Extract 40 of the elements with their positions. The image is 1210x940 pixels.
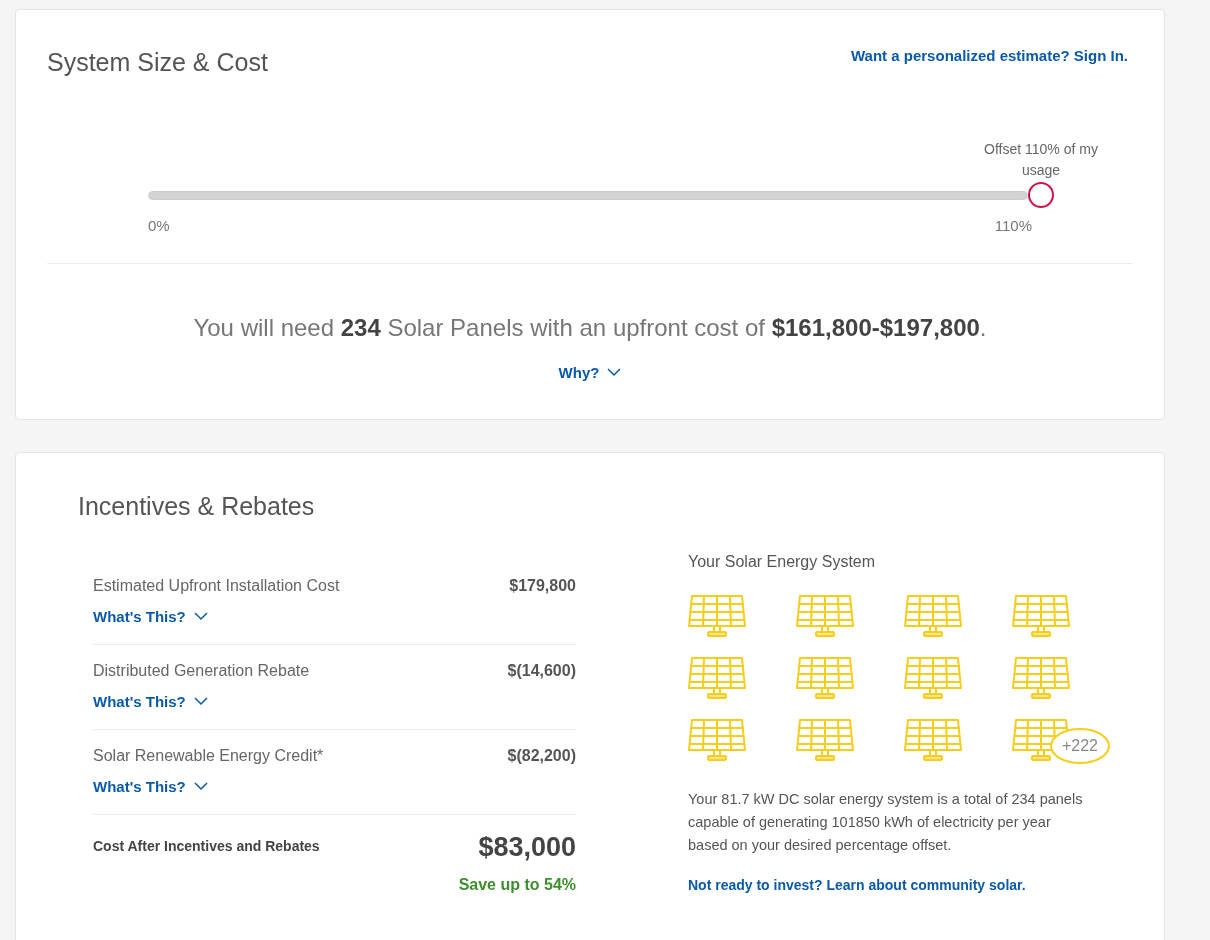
solar-panel-icon: [904, 593, 962, 640]
panel-summary: You will need 234 Solar Panels with an upfront cost of $161,800-$197,800.: [192, 312, 988, 343]
slider-thumb[interactable]: [1028, 181, 1054, 208]
solar-panel-icon: [796, 717, 854, 764]
line-item-amount: $179,800: [509, 575, 576, 596]
solar-panel-icon: [904, 655, 962, 702]
line-item-amount: $(82,200): [507, 745, 576, 766]
solar-panel-icon: [1012, 655, 1070, 702]
solar-panel-icon: [796, 655, 854, 702]
section-title: Incentives & Rebates: [78, 491, 316, 522]
solar-panel-icon: [688, 717, 746, 764]
section-title: System Size & Cost: [47, 47, 268, 78]
chevron-down-icon: [193, 697, 208, 707]
energy-system-title: Your Solar Energy System: [688, 551, 877, 572]
solar-panel-icon: [688, 593, 746, 640]
sign-in-link[interactable]: Want a personalized estimate? Sign In.: [851, 45, 1128, 68]
whats-this-link[interactable]: What's This?: [93, 605, 208, 628]
community-solar-link[interactable]: Not ready to invest? Learn about community solar.: [688, 874, 1026, 896]
whats-this-link[interactable]: What's This?: [93, 775, 208, 798]
slider-caption: Offset 110% of my usage: [983, 139, 1099, 180]
more-panels-badge: +222: [1050, 727, 1110, 764]
whats-this-link[interactable]: What's This?: [93, 690, 208, 713]
slider-max-label: 110%: [994, 215, 1032, 236]
solar-panel-icon: [1012, 593, 1070, 640]
solar-panel-icon: [688, 655, 746, 702]
chevron-down-icon: [607, 368, 622, 378]
total-amount: $83,000: [478, 830, 576, 864]
chevron-down-icon: [193, 782, 208, 792]
line-item-amount: $(14,600): [507, 660, 576, 681]
slider-min-label: 0%: [148, 215, 170, 236]
chevron-down-icon: [193, 612, 208, 622]
line-item-label: Distributed Generation Rebate: [93, 660, 310, 681]
solar-panel-icon: [796, 593, 854, 640]
total-label: Cost After Incentives and Rebates: [93, 837, 320, 857]
line-item-label: Estimated Upfront Installation Cost: [93, 575, 340, 596]
system-description: Your 81.7 kW DC solar energy system is a total of 234 panels capable of generating 101850 kWh of electricity per year based on your desired percentage offset.: [688, 789, 1084, 855]
savings-text: Save up to 54%: [458, 875, 576, 895]
solar-panel-icon: [904, 717, 962, 764]
why-link[interactable]: Why?: [558, 361, 622, 384]
line-item-label: Solar Renewable Energy Credit*: [93, 745, 324, 766]
